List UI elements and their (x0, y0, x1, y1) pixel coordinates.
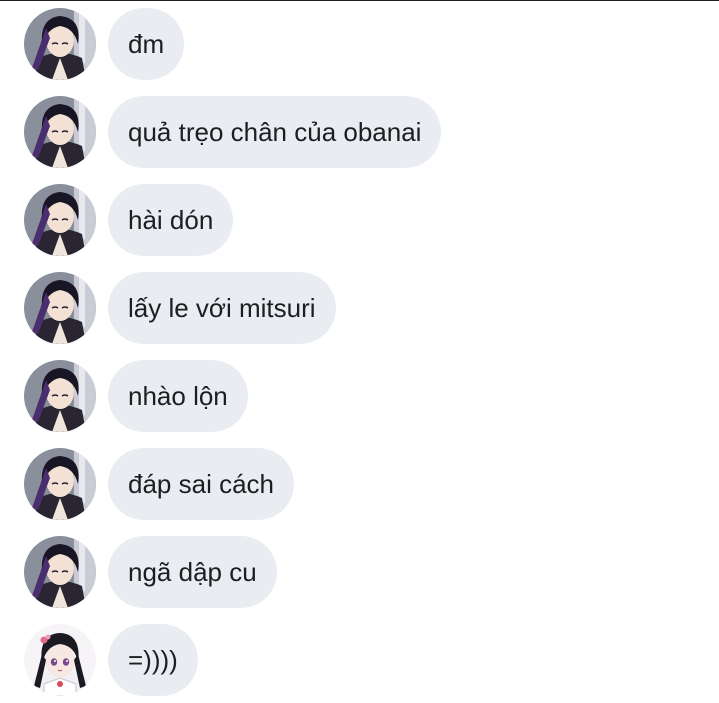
avatar[interactable] (24, 536, 96, 608)
message-row: quả trẹo chân của obanai (0, 96, 719, 168)
avatar-image (24, 8, 96, 80)
avatar[interactable] (24, 96, 96, 168)
message-bubble[interactable]: nhào lộn (108, 360, 248, 432)
avatar[interactable] (24, 8, 96, 80)
message-bubble[interactable]: lấy le với mitsuri (108, 272, 336, 344)
avatar-image (24, 184, 96, 256)
avatar[interactable] (24, 272, 96, 344)
message-bubble[interactable]: đm (108, 8, 185, 80)
message-row: hài dón (0, 184, 719, 256)
avatar[interactable] (24, 624, 96, 696)
message-row: =)))) (0, 624, 719, 696)
avatar-image (24, 624, 96, 696)
message-bubble[interactable]: quả trẹo chân của obanai (108, 96, 442, 168)
message-row: lấy le với mitsuri (0, 272, 719, 344)
avatar-image (24, 536, 96, 608)
message-row: nhào lộn (0, 360, 719, 432)
avatar-image (24, 448, 96, 520)
message-row: ngã dập cu (0, 536, 719, 608)
avatar[interactable] (24, 360, 96, 432)
avatar[interactable] (24, 184, 96, 256)
avatar-image (24, 272, 96, 344)
avatar-image (24, 360, 96, 432)
top-divider (0, 0, 719, 1)
message-bubble[interactable]: hài dón (108, 184, 234, 256)
message-row: đáp sai cách (0, 448, 719, 520)
avatar[interactable] (24, 448, 96, 520)
message-bubble[interactable]: đáp sai cách (108, 448, 294, 520)
avatar-image (24, 96, 96, 168)
message-row: đm (0, 8, 719, 80)
message-bubble[interactable]: ngã dập cu (108, 536, 277, 608)
message-bubble[interactable]: =)))) (108, 624, 198, 696)
